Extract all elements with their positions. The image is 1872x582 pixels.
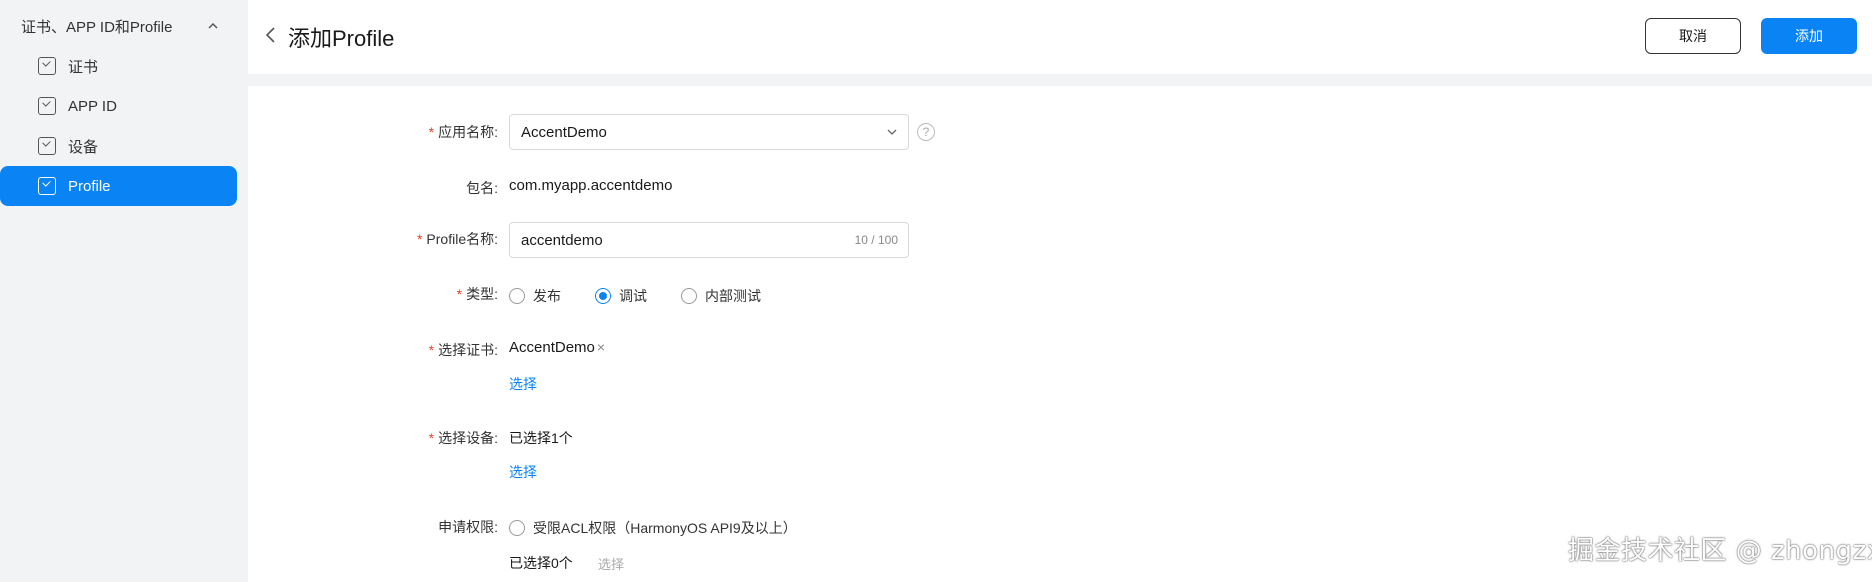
- select-device-link[interactable]: 选择: [509, 462, 537, 482]
- add-button[interactable]: 添加: [1761, 18, 1857, 54]
- radio-circle: [509, 288, 525, 304]
- permission-selected-count: 已选择0个: [509, 555, 573, 571]
- chevron-up-icon: [208, 22, 218, 29]
- permission-options: 受限ACL权限（HarmonyOS API9及以上）: [509, 518, 831, 538]
- document-icon: [38, 57, 56, 75]
- app-name-label: * 应用名称:: [428, 124, 498, 140]
- close-icon[interactable]: ×: [597, 339, 605, 355]
- document-icon: [38, 177, 56, 195]
- required-mark: *: [456, 286, 463, 302]
- help-icon[interactable]: ?: [917, 123, 935, 141]
- back-icon[interactable]: [264, 26, 278, 44]
- certificate-tag: AccentDemo ×: [509, 339, 606, 356]
- radio-internal-test[interactable]: 内部测试: [681, 286, 761, 306]
- char-counter: 10 / 100: [854, 233, 898, 247]
- type-radio-group: 发布 调试 内部测试: [509, 286, 795, 306]
- sidebar-item-app-id[interactable]: APP ID: [0, 86, 237, 126]
- sidebar-item-label: 设备: [68, 138, 99, 156]
- app-name-value: AccentDemo: [521, 123, 607, 141]
- device-selected-count: 已选择1个: [509, 430, 573, 446]
- sidebar-item-label: APP ID: [68, 97, 117, 115]
- cancel-button[interactable]: 取消: [1645, 18, 1741, 54]
- document-icon: [38, 97, 56, 115]
- page-title: 添加Profile: [288, 26, 395, 51]
- sidebar-item-label: Profile: [68, 177, 111, 195]
- sidebar-group-header[interactable]: 证书、APP ID和Profile: [21, 14, 221, 38]
- sidebar-item-label: 证书: [68, 58, 99, 76]
- select-permission-link[interactable]: 选择: [598, 554, 624, 573]
- sidebar-item-profile[interactable]: Profile: [0, 166, 237, 206]
- radio-circle: [509, 520, 525, 536]
- select-certificate-link[interactable]: 选择: [509, 374, 537, 394]
- required-mark: *: [428, 430, 435, 446]
- certificate-label: * 选择证书:: [428, 342, 498, 358]
- watermark: 掘金技术社区 @ zhongzx: [1568, 536, 1872, 566]
- required-mark: *: [428, 342, 435, 358]
- radio-release[interactable]: 发布: [509, 286, 561, 306]
- type-label: * 类型:: [456, 286, 498, 302]
- app-name-select[interactable]: AccentDemo: [509, 114, 909, 150]
- profile-form: * 应用名称: AccentDemo ? 包名: com.myapp.accent…: [248, 86, 1872, 582]
- radio-debug[interactable]: 调试: [595, 286, 647, 306]
- sidebar: 证书、APP ID和Profile 证书 APP ID 设备 Profile: [0, 0, 248, 582]
- document-icon: [38, 137, 56, 155]
- sidebar-group-label: 证书、APP ID和Profile: [21, 18, 173, 36]
- profile-name-value: accentdemo: [521, 231, 603, 249]
- package-value: com.myapp.accentdemo: [509, 177, 673, 194]
- permission-label: 申请权限:: [438, 519, 498, 535]
- sidebar-item-certificate[interactable]: 证书: [0, 46, 237, 86]
- required-mark: *: [416, 231, 423, 247]
- package-label: 包名:: [466, 180, 498, 196]
- sidebar-item-device[interactable]: 设备: [0, 126, 237, 166]
- chevron-down-icon: [887, 129, 897, 135]
- required-mark: *: [428, 124, 435, 140]
- device-label: * 选择设备:: [428, 430, 498, 446]
- page-header: 添加Profile 取消 添加: [248, 0, 1872, 74]
- acl-permission-checkbox[interactable]: 受限ACL权限（HarmonyOS API9及以上）: [509, 518, 797, 538]
- profile-name-label: * Profile名称:: [416, 231, 498, 247]
- radio-circle: [595, 288, 611, 304]
- profile-name-input[interactable]: accentdemo 10 / 100: [509, 222, 909, 258]
- radio-circle: [681, 288, 697, 304]
